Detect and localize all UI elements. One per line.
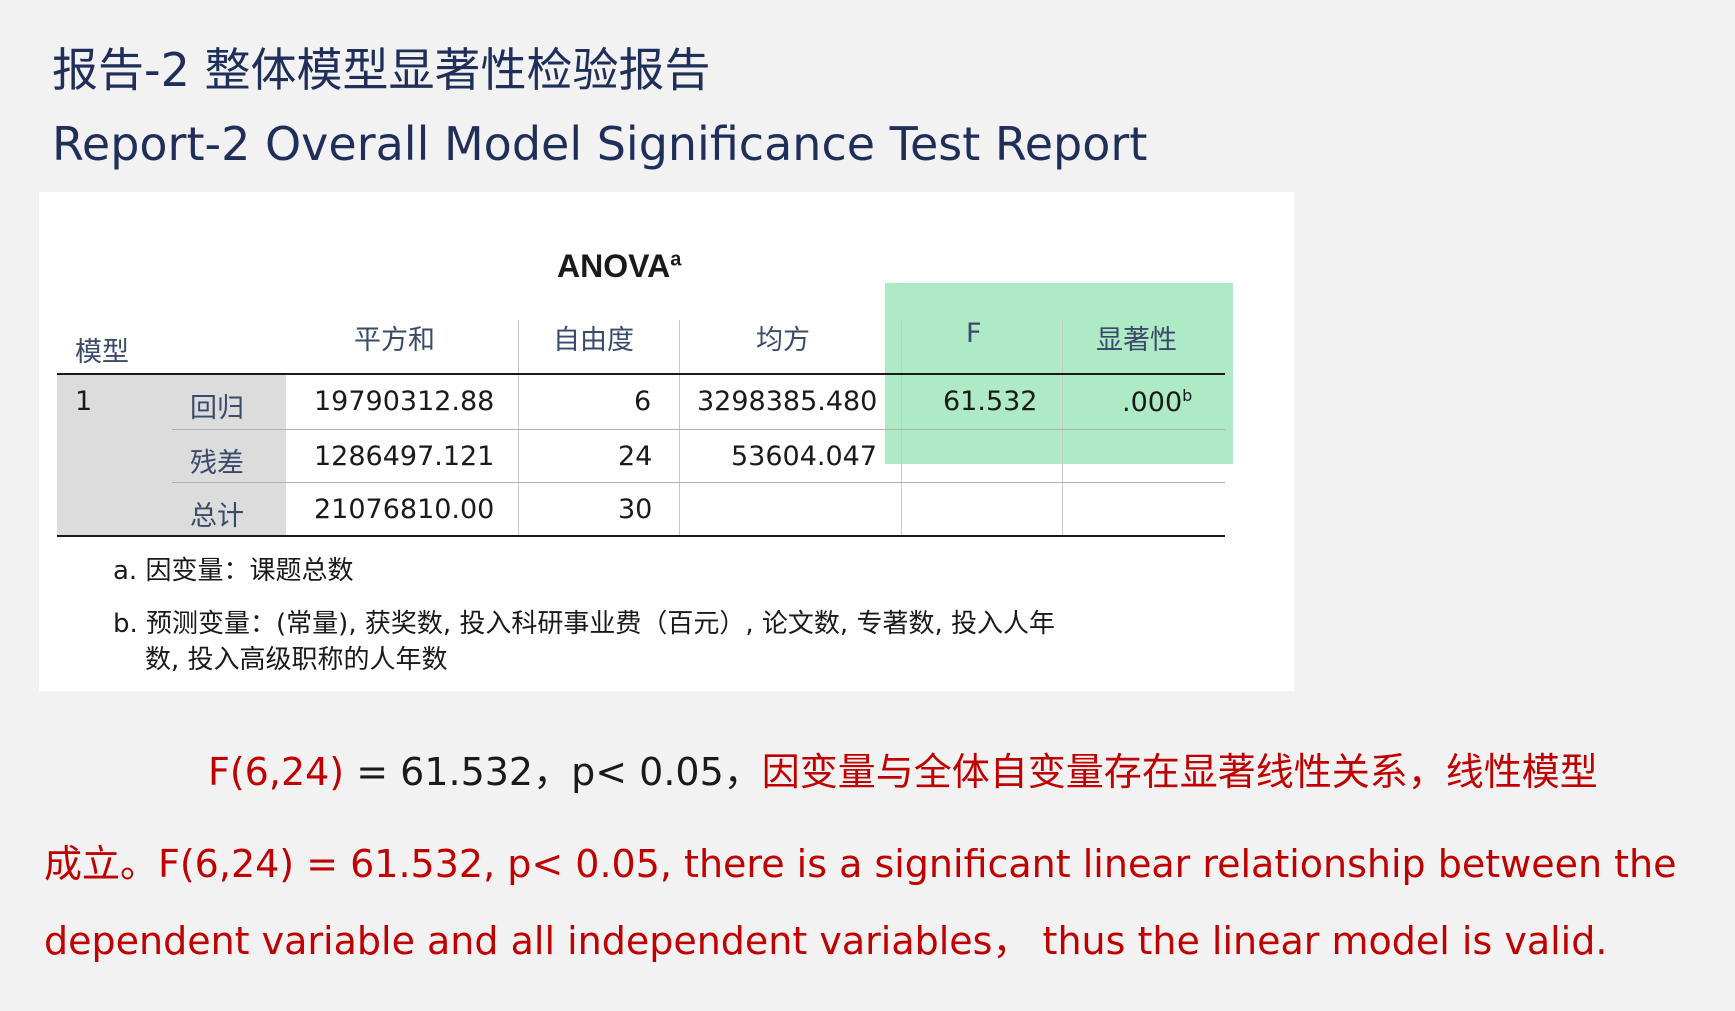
cell-ss: 1286497.121 <box>314 441 495 472</box>
model-number: 1 <box>75 386 93 417</box>
footnote-b-line2: 数, 投入高级职称的人年数 <box>145 645 448 675</box>
cell-df: 6 <box>634 386 652 417</box>
row-divider-1 <box>172 429 1225 430</box>
report-title-en: Report-2 Overall Model Significance Test… <box>52 117 1148 171</box>
cell-ss: 21076810.00 <box>314 494 495 525</box>
vline-1 <box>518 320 519 536</box>
conclusion-line-1: F(6,24) = 61.532，p< 0.05，因变量与全体自变量存在显著线性… <box>208 750 1598 794</box>
cell-sig: .000b <box>1122 386 1193 418</box>
anova-title: ANOVAa <box>557 248 682 284</box>
vline-3 <box>901 320 902 536</box>
row-label: 回归 <box>190 393 244 424</box>
cell-f: 61.532 <box>943 386 1038 417</box>
header-ms: 均方 <box>756 325 810 356</box>
footnote-a: a. 因变量：课题总数 <box>113 556 354 586</box>
vline-2 <box>679 320 680 536</box>
header-f: F <box>966 318 982 349</box>
header-sig: 显著性 <box>1096 325 1177 356</box>
vline-4 <box>1062 320 1063 536</box>
cell-ms: 3298385.480 <box>697 386 878 417</box>
row-label: 总计 <box>190 501 244 532</box>
cell-df: 30 <box>618 494 653 525</box>
row-divider-2 <box>172 482 1225 483</box>
cell-df: 24 <box>618 441 653 472</box>
cell-ss: 19790312.88 <box>314 386 495 417</box>
row-label: 残差 <box>190 448 244 479</box>
header-model: 模型 <box>75 337 129 368</box>
conclusion-line-3: dependent variable and all independent v… <box>44 919 1608 963</box>
report-title-cn: 报告-2 整体模型显著性检验报告 <box>52 43 711 97</box>
header-df: 自由度 <box>553 325 634 356</box>
cell-ms: 53604.047 <box>731 441 878 472</box>
footnote-b-line1: b. 预测变量：(常量), 获奖数, 投入科研事业费（百元）, 论文数, 专著数… <box>113 609 1055 639</box>
table-top-rule <box>57 373 1225 375</box>
header-ss: 平方和 <box>354 325 435 356</box>
table-bottom-rule <box>57 535 1225 537</box>
conclusion-line-2: 成立。F(6,24) = 61.532, p< 0.05, there is a… <box>44 842 1677 886</box>
